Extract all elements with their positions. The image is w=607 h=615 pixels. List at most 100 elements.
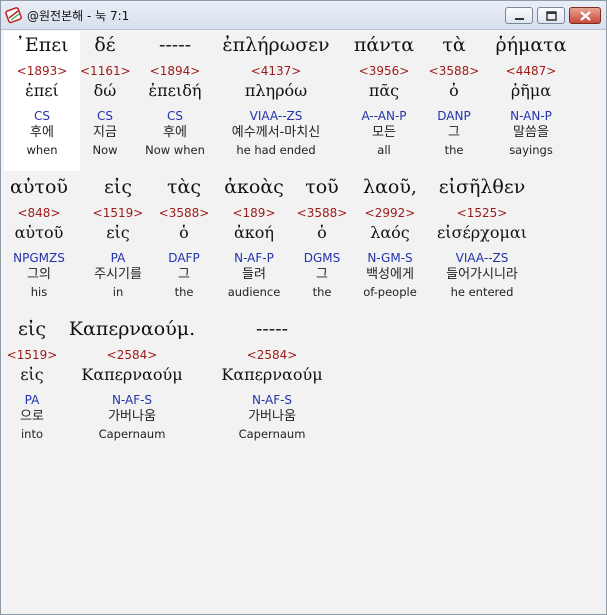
- english-gloss: his: [30, 285, 48, 299]
- close-button[interactable]: [569, 7, 601, 24]
- minimize-icon: [515, 18, 524, 20]
- strongs-number[interactable]: <2584>: [64, 346, 200, 364]
- korean-gloss: 모든: [372, 125, 396, 140]
- greek-word: ῥήματα: [495, 34, 567, 56]
- strongs-number[interactable]: <4137>: [216, 62, 336, 80]
- greek-word: λαοῦ,: [363, 176, 417, 198]
- word-cell[interactable]: λαοῦ, <2992> λαός N-GM-S 백성에게 of-people: [354, 173, 426, 300]
- english-gloss: audience: [227, 285, 281, 299]
- parse-code: PA: [110, 251, 126, 265]
- strongs-number[interactable]: <1161>: [80, 62, 131, 80]
- greek-word: -----: [158, 34, 192, 56]
- strongs-number[interactable]: <2584>: [210, 346, 334, 364]
- word-cell[interactable]: Καπερναούμ. <2584> Καπερναούμ N-AF-S 가버나…: [64, 315, 200, 442]
- korean-gloss: 가버나움: [248, 409, 296, 424]
- minimize-button[interactable]: [505, 7, 533, 24]
- close-icon: [580, 11, 591, 21]
- parse-code: DAFP: [168, 251, 200, 265]
- parse-code: DGMS: [303, 251, 341, 265]
- lemma: εἰς: [106, 223, 130, 242]
- lemma: ὁ: [317, 223, 327, 242]
- lemma: εἰς: [20, 365, 44, 384]
- greek-word: εἰς: [18, 318, 46, 340]
- strongs-number[interactable]: <4487>: [486, 62, 576, 80]
- strongs-number[interactable]: <1525>: [430, 204, 534, 222]
- parse-code: N-AF-P: [234, 251, 274, 265]
- greek-word: τὰ: [442, 34, 466, 56]
- parse-code: N-AN-P: [510, 109, 552, 123]
- english-gloss: the: [444, 143, 464, 157]
- lemma: Καπερναούμ: [221, 365, 323, 384]
- lemma: Καπερναούμ: [81, 365, 183, 384]
- strongs-number[interactable]: <189>: [216, 204, 292, 222]
- word-cell[interactable]: τὰ <3588> ὁ DANP 그 the: [426, 31, 482, 158]
- parse-code: N-GM-S: [367, 251, 413, 265]
- word-cell[interactable]: τοῦ <3588> ὁ DGMS 그 the: [296, 173, 348, 300]
- lemma: ἀκοή: [233, 223, 275, 242]
- strongs-number[interactable]: <3588>: [158, 204, 210, 222]
- strongs-number[interactable]: <2992>: [354, 204, 426, 222]
- parse-code: N-AF-S: [251, 393, 293, 407]
- title-bar[interactable]: @원전본해 - 눅 7:1: [1, 1, 606, 30]
- word-cell[interactable]: ἀκοὰς <189> ἀκοή N-AF-P 들려 audience: [216, 173, 292, 300]
- korean-gloss: 예수께서-마치신: [231, 125, 321, 140]
- strongs-number[interactable]: <3588>: [296, 204, 348, 222]
- strongs-number[interactable]: <3956>: [346, 62, 422, 80]
- parse-code: CS: [34, 109, 50, 123]
- lemma: ὁ: [449, 81, 459, 100]
- strongs-number[interactable]: <3588>: [426, 62, 482, 80]
- english-gloss: the: [174, 285, 194, 299]
- greek-word: ᾿Επει: [15, 34, 69, 56]
- book-scroll-icon[interactable]: [5, 6, 23, 24]
- greek-word: ἀκοὰς: [224, 176, 284, 198]
- english-gloss: he entered: [450, 285, 514, 299]
- strongs-number[interactable]: <1893>: [4, 62, 80, 80]
- lemma: ῥῆμα: [510, 81, 552, 100]
- korean-gloss: 그: [178, 267, 190, 282]
- parse-code: DANP: [437, 109, 471, 123]
- korean-gloss: 그: [316, 267, 328, 282]
- parse-code: NPGMZS: [13, 251, 65, 265]
- english-gloss: Now when: [145, 143, 205, 157]
- korean-gloss: 으로: [20, 409, 44, 424]
- strongs-number[interactable]: <1519>: [82, 204, 154, 222]
- parse-code: CS: [167, 109, 183, 123]
- korean-gloss: 주시기를: [94, 267, 142, 282]
- word-cell[interactable]: ----- <1894> ἐπειδή CS 후에 Now when: [140, 31, 210, 158]
- strongs-number[interactable]: <1894>: [140, 62, 210, 80]
- parse-code: N-AF-S: [111, 393, 153, 407]
- korean-gloss: 들어가시니라: [446, 267, 518, 282]
- word-cell[interactable]: ᾿Επει <1893> ἐπεί CS 후에 when: [4, 31, 80, 171]
- maximize-button[interactable]: [537, 7, 565, 24]
- korean-gloss: 백성에게: [366, 267, 414, 282]
- greek-word: δέ: [94, 34, 116, 56]
- word-cell[interactable]: εἰσῆλθεν <1525> εἰσέρχομαι VIAA--ZS 들어가시…: [430, 173, 534, 300]
- word-cell[interactable]: τὰς <3588> ὁ DAFP 그 the: [158, 173, 210, 300]
- word-cell[interactable]: εἰς <1519> εἰς PA 주시기를 in: [82, 173, 154, 300]
- greek-word: εἰς: [104, 176, 132, 198]
- lemma: πληρόω: [244, 81, 308, 100]
- word-cell[interactable]: ἐπλήρωσεν <4137> πληρόω VIAA--ZS 예수께서-마치…: [216, 31, 336, 158]
- english-gloss: the: [312, 285, 332, 299]
- parse-code: VIAA--ZS: [249, 109, 303, 123]
- word-cell[interactable]: δέ <1161> δώ CS 지금 Now: [80, 31, 131, 158]
- parse-code: VIAA--ZS: [455, 251, 509, 265]
- english-gloss: of-people: [363, 285, 417, 299]
- word-cell[interactable]: ----- <2584> Καπερναούμ N-AF-S 가버나움 Cape…: [210, 315, 334, 442]
- word-cell[interactable]: πάντα <3956> πᾶς A--AN-P 모든 all: [346, 31, 422, 158]
- english-gloss: Now: [92, 143, 118, 157]
- greek-word: τοῦ: [305, 176, 339, 198]
- lemma: λαός: [370, 223, 410, 242]
- korean-gloss: 후에: [163, 125, 187, 140]
- lemma: πᾶς: [368, 81, 400, 100]
- word-cell[interactable]: εἰς <1519> εἰς PA 으로 into: [4, 315, 60, 442]
- word-cell[interactable]: ῥήματα <4487> ῥῆμα N-AN-P 말씀을 sayings: [486, 31, 576, 158]
- greek-word: αὐτοῦ: [10, 176, 68, 198]
- word-cell[interactable]: αὐτοῦ <848> αὑτοῦ NPGMZS 그의 his: [4, 173, 74, 300]
- lemma: δώ: [93, 81, 117, 100]
- strongs-number[interactable]: <1519>: [4, 346, 60, 364]
- maximize-icon: [546, 11, 557, 21]
- lemma: ἐπεί: [25, 81, 59, 100]
- korean-gloss: 지금: [93, 125, 117, 140]
- strongs-number[interactable]: <848>: [4, 204, 74, 222]
